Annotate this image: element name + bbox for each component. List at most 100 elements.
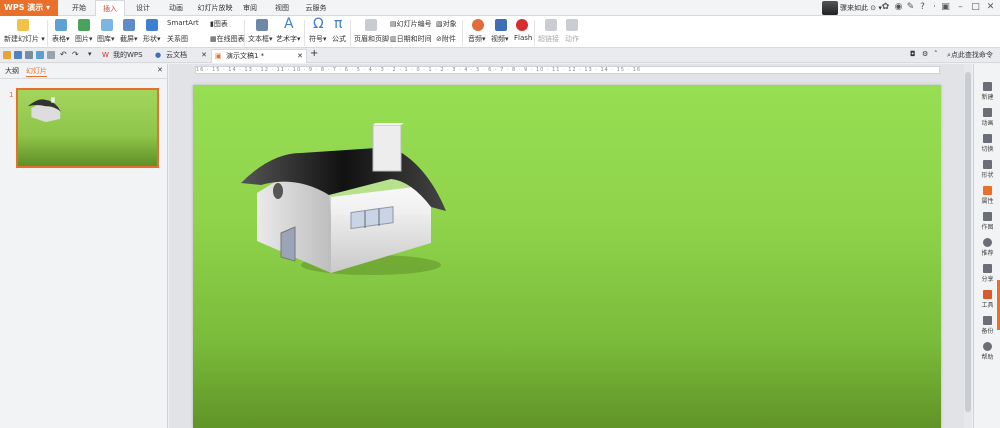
properties-icon xyxy=(983,186,992,195)
shapes-icon xyxy=(146,19,158,31)
picture-button[interactable]: 图片▾ xyxy=(75,34,93,44)
undo-icon[interactable]: ↶ xyxy=(60,50,67,59)
header-footer-button[interactable]: 页眉和页脚 xyxy=(354,34,389,44)
quick-access-dropdown-icon[interactable]: ▾ xyxy=(88,50,92,58)
restore-ribbon-icon[interactable]: ▣ xyxy=(940,2,951,13)
collapse-icon[interactable]: ˄ xyxy=(934,50,938,58)
relation-button[interactable]: 关系图 xyxy=(167,34,188,44)
tab-slideshow[interactable]: 幻灯片放映 xyxy=(194,0,236,16)
maximize-icon[interactable]: □ xyxy=(970,2,981,13)
sync-icon[interactable]: ✿ xyxy=(880,2,891,13)
table-button[interactable]: 表格▾ xyxy=(52,34,70,44)
horizontal-ruler: 16 · 15 · 14 · 13 · 12 · 11 · 10 · 9 · 8… xyxy=(195,66,940,74)
audio-icon xyxy=(472,19,484,31)
vertical-scrollbar[interactable] xyxy=(964,64,972,428)
export-pdf-icon[interactable] xyxy=(25,51,33,59)
open-icon[interactable] xyxy=(3,51,11,59)
new-tab-button[interactable]: + xyxy=(310,48,318,59)
user-name[interactable]: 骤来如此 ⊙ ▾ xyxy=(840,0,882,16)
scroll-thumb[interactable] xyxy=(965,72,971,412)
screenshot-icon xyxy=(123,19,135,31)
shapes-button[interactable]: 形状▾ xyxy=(143,34,161,44)
task-animation[interactable]: 动画 xyxy=(974,108,1000,127)
task-new[interactable]: 新建 xyxy=(974,82,1000,101)
tab-home[interactable]: 开始 xyxy=(66,0,92,16)
task-properties[interactable]: 属性 xyxy=(974,186,1000,205)
video-icon xyxy=(495,19,507,31)
tab-my-wps[interactable]: W 我的WPS xyxy=(99,49,151,63)
house-image[interactable] xyxy=(241,123,451,283)
attachment-button[interactable]: ⊘附件 xyxy=(436,34,456,44)
table-icon xyxy=(55,19,67,31)
settings-icon[interactable]: ⚙ xyxy=(922,50,928,58)
task-recommend[interactable]: 推荐 xyxy=(974,238,1000,257)
smartart-button[interactable]: SmartArt xyxy=(167,19,199,27)
tab-presentation1[interactable]: ▣ 演示文稿1 * ✕ xyxy=(211,49,307,63)
ruler-ticks: 16 · 15 · 14 · 13 · 12 · 11 · 10 · 9 · 8… xyxy=(196,67,642,73)
tab-slides[interactable]: 幻灯片 xyxy=(26,66,47,77)
slide-canvas[interactable] xyxy=(193,85,941,428)
search-command-input[interactable]: ⌕点此查找命令 xyxy=(947,50,993,60)
wordart-button[interactable]: 艺术字▾ xyxy=(276,34,301,44)
help-circle-icon xyxy=(983,342,992,351)
tab-insert[interactable]: 插入 xyxy=(95,0,125,17)
task-transition[interactable]: 切换 xyxy=(974,134,1000,153)
feedback-icon[interactable]: ✎ xyxy=(905,2,916,13)
help-icon[interactable]: ? xyxy=(917,2,928,13)
datetime-button[interactable]: ▥日期和时间 xyxy=(390,34,432,44)
chart-button[interactable]: ▮图表 xyxy=(210,19,228,29)
divider xyxy=(350,20,351,46)
close-tab-icon[interactable]: ✕ xyxy=(297,50,303,63)
online-chart-button[interactable]: ▦在线图表 xyxy=(210,34,245,44)
symbol-icon: Ω xyxy=(313,16,324,32)
screenshot-button[interactable]: 截屏▾ xyxy=(120,34,138,44)
new-icon xyxy=(983,82,992,91)
minimize-icon[interactable]: – xyxy=(955,2,966,13)
close-panel-icon[interactable]: ✕ xyxy=(157,66,163,74)
house-thumbnail-icon xyxy=(27,97,62,123)
share-icon xyxy=(983,264,992,273)
tab-review[interactable]: 审阅 xyxy=(238,0,262,16)
close-tab-icon[interactable]: ✕ xyxy=(201,49,207,62)
symbol-button[interactable]: 符号▾ xyxy=(309,34,327,44)
task-help[interactable]: 帮助 xyxy=(974,342,1000,361)
comment-icon[interactable]: ◘ xyxy=(910,50,916,58)
app-menu-button[interactable]: WPS 演示 ▾ xyxy=(0,0,58,16)
tab-animation[interactable]: 动画 xyxy=(164,0,188,16)
avatar[interactable] xyxy=(822,1,838,15)
video-button[interactable]: 视频▾ xyxy=(491,34,509,44)
audio-button[interactable]: 音频▾ xyxy=(468,34,486,44)
hyperlink-button[interactable]: 超链接 xyxy=(538,34,559,44)
tab-cloud-docs[interactable]: ● 云文档 ✕ xyxy=(152,49,210,63)
textbox-icon xyxy=(256,19,268,31)
task-draw[interactable]: 作图 xyxy=(974,212,1000,231)
wordart-icon: A xyxy=(284,16,294,32)
slide-thumbnail[interactable] xyxy=(16,88,159,168)
tab-outline[interactable]: 大纲 xyxy=(5,66,19,76)
skin-icon[interactable]: ◉ xyxy=(893,2,904,13)
more-icon[interactable]: · xyxy=(929,2,940,13)
tab-cloud[interactable]: 云服务 xyxy=(300,0,332,16)
presentation-file-icon: ▣ xyxy=(215,52,222,60)
save-icon[interactable] xyxy=(14,51,22,59)
gallery-button[interactable]: 图库▾ xyxy=(97,34,115,44)
tab-design[interactable]: 设计 xyxy=(131,0,155,16)
cloud-icon: ● xyxy=(155,51,162,59)
divider xyxy=(244,20,245,46)
slide-number-button[interactable]: ▤幻灯片编号 xyxy=(390,19,432,29)
flash-button[interactable]: Flash xyxy=(514,34,532,42)
print-icon[interactable] xyxy=(36,51,44,59)
shapes-icon xyxy=(983,160,992,169)
object-button[interactable]: ▧对象 xyxy=(436,19,457,29)
tab-view[interactable]: 视图 xyxy=(270,0,294,16)
redo-icon[interactable]: ↷ xyxy=(72,50,79,59)
backup-icon xyxy=(983,316,992,325)
formula-button[interactable]: 公式 xyxy=(332,34,346,44)
header-footer-icon xyxy=(365,19,377,31)
preview-icon[interactable] xyxy=(47,51,55,59)
new-slide-button[interactable]: 新建幻灯片 ▾ xyxy=(4,34,45,44)
close-icon[interactable]: ✕ xyxy=(985,2,996,13)
textbox-button[interactable]: 文本框▾ xyxy=(248,34,273,44)
task-shapes[interactable]: 形状 xyxy=(974,160,1000,179)
action-button[interactable]: 动作 xyxy=(565,34,579,44)
